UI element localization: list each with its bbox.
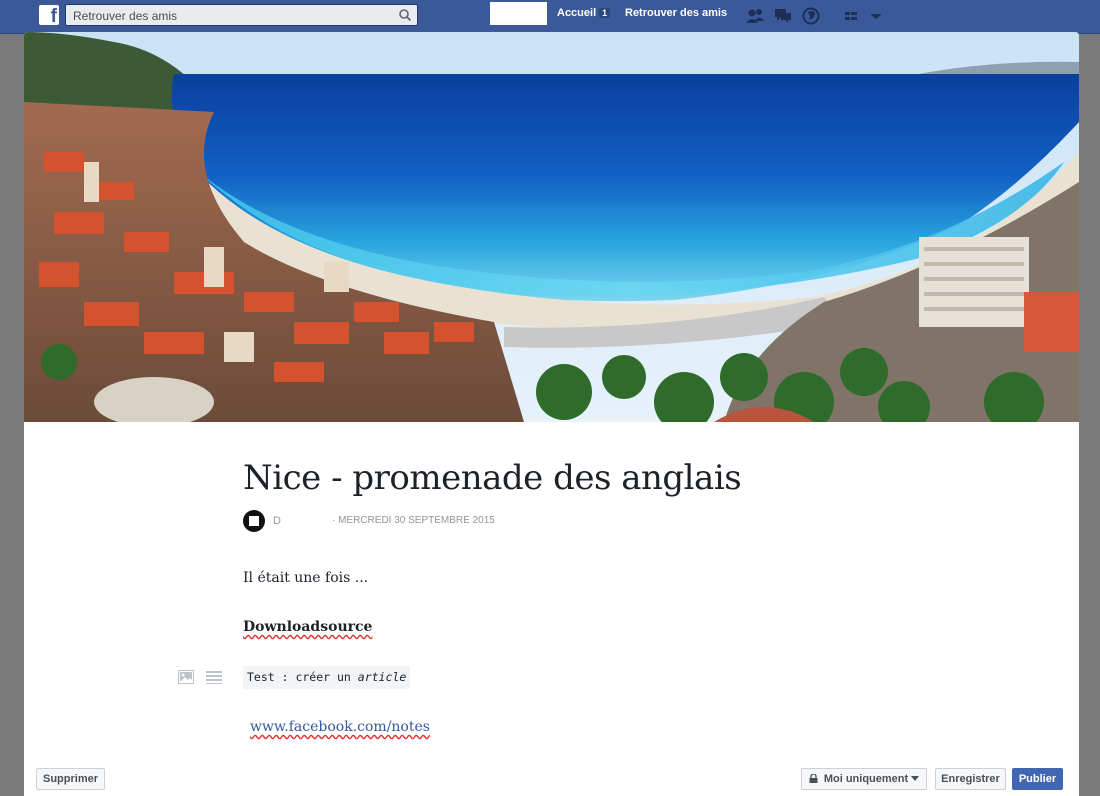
privacy-selector-button[interactable]: Moi uniquement: [801, 768, 927, 790]
privacy-label: Moi uniquement: [823, 773, 909, 785]
messages-icon[interactable]: [773, 7, 793, 25]
delete-button[interactable]: Supprimer: [36, 768, 105, 790]
notes-link[interactable]: www.facebook.com/notes: [250, 719, 430, 735]
friends-icon[interactable]: [745, 7, 765, 25]
cover-photo[interactable]: [24, 32, 1079, 422]
body-heading[interactable]: Downloadsource: [243, 619, 372, 635]
globe-icon[interactable]: [801, 7, 821, 25]
publish-button[interactable]: Publier: [1012, 768, 1063, 790]
publish-date: · MERCREDI 30 SEPTEMBRE 2015: [332, 515, 495, 526]
code-block[interactable]: Test : créer un article: [243, 666, 411, 689]
find-friends-link[interactable]: Retrouver des amis: [625, 7, 727, 19]
image-icon[interactable]: [178, 670, 194, 684]
body-paragraph[interactable]: Il était une fois ...: [243, 570, 368, 586]
note-editor: Nice - promenade des anglais D · MERCRED…: [24, 32, 1079, 796]
note-title[interactable]: Nice - promenade des anglais: [243, 458, 742, 498]
lock-icon: [809, 774, 818, 783]
account-caret-icon[interactable]: [866, 7, 886, 25]
author-avatar-icon[interactable]: [243, 510, 265, 532]
profile-name-box[interactable]: [490, 2, 547, 25]
search-icon[interactable]: [398, 8, 412, 22]
home-badge: 1: [599, 8, 611, 18]
search-input[interactable]: Retrouver des amis: [65, 4, 418, 26]
search-placeholder: Retrouver des amis: [73, 9, 178, 23]
top-navigation-bar: f Retrouver des amis Accueil 1 Retrouver …: [0, 0, 1100, 34]
save-button[interactable]: Enregistrer: [935, 768, 1006, 790]
facebook-logo-icon[interactable]: f: [39, 5, 59, 25]
menu-icon[interactable]: [843, 7, 863, 25]
author-name[interactable]: D: [273, 515, 281, 527]
caret-down-icon: [911, 776, 920, 781]
list-icon[interactable]: [206, 670, 222, 684]
home-link[interactable]: Accueil 1: [557, 7, 611, 19]
